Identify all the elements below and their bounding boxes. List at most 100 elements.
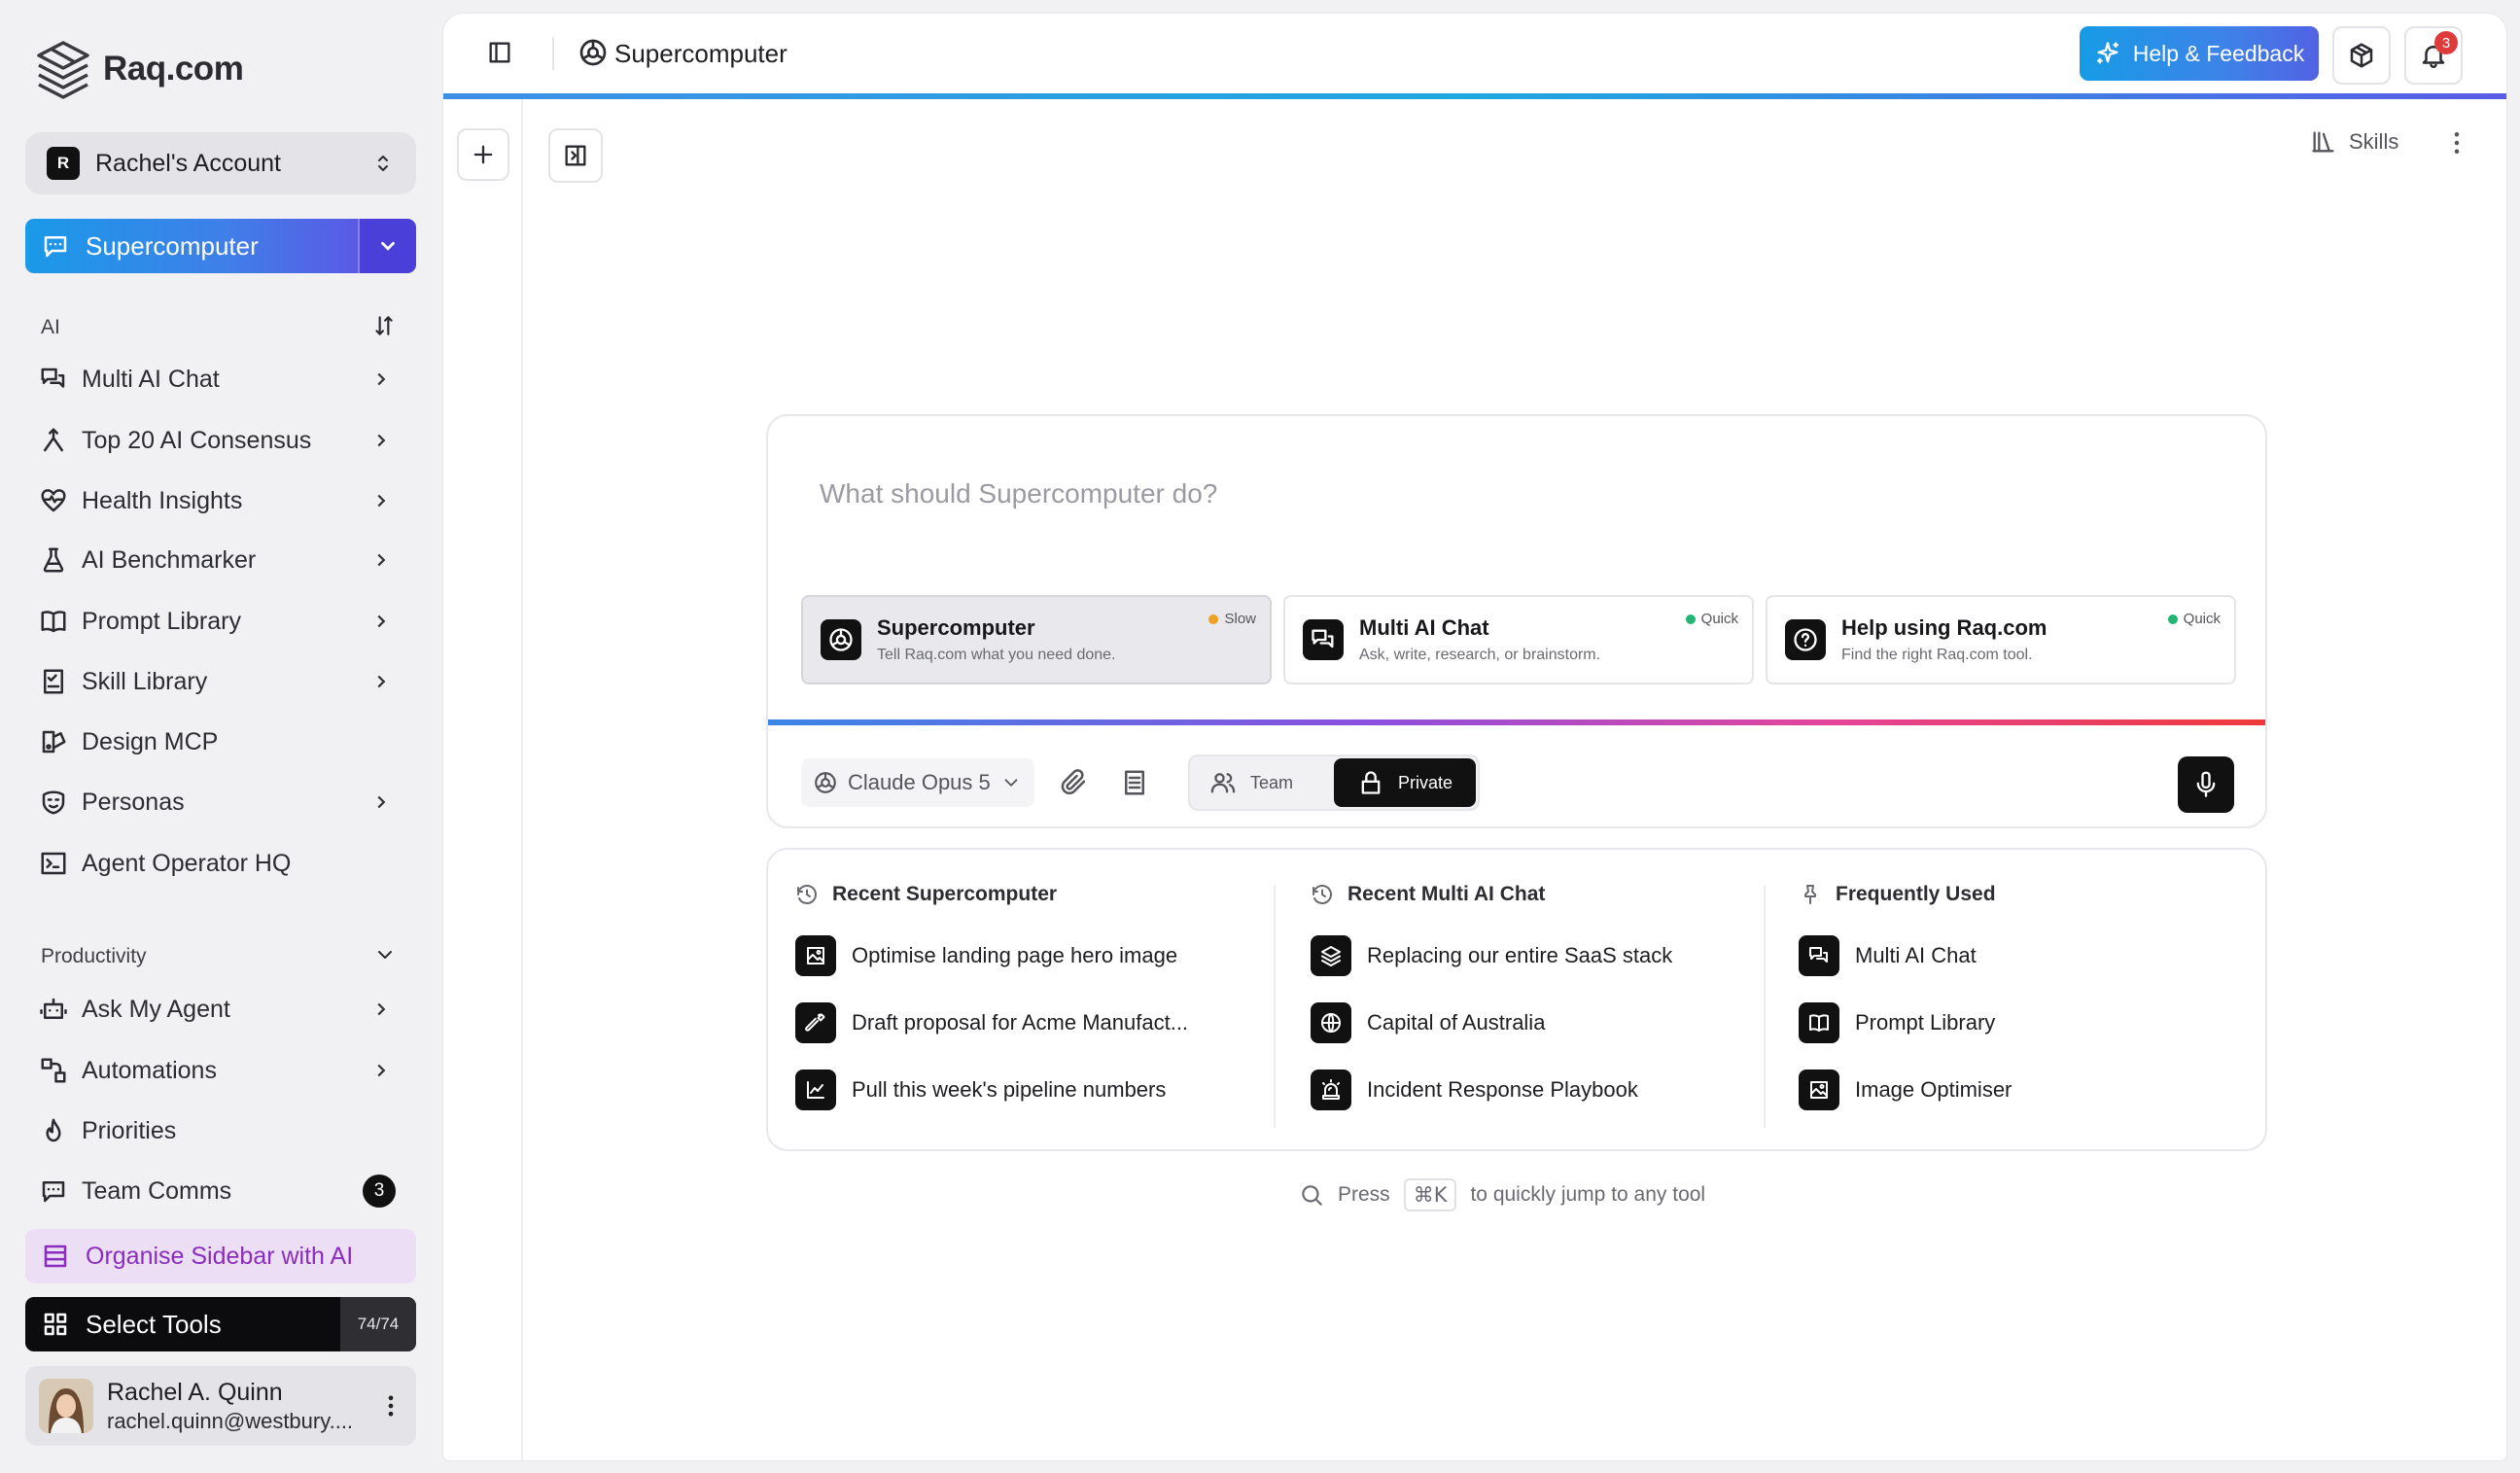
supercomputer-icon: [579, 39, 607, 66]
users-icon: [1210, 773, 1236, 793]
more-vertical-icon[interactable]: [2442, 128, 2471, 158]
sidebar-item-personas[interactable]: Personas: [39, 778, 403, 826]
design-icon: [42, 730, 66, 754]
speed-indicator: Quick: [1685, 611, 1738, 627]
message-square-icon: [44, 236, 67, 258]
bot-icon: [40, 998, 67, 1019]
history-icon: [1312, 885, 1332, 904]
flame-icon: [46, 1118, 61, 1142]
prompt-accent-line: [768, 719, 2265, 725]
list-item[interactable]: Capital of Australia: [1311, 989, 1758, 1056]
search-icon: [1302, 1185, 1322, 1206]
list-item[interactable]: Prompt Library: [1799, 989, 2246, 1056]
list-item[interactable]: Image Optimiser: [1799, 1056, 2246, 1123]
sidebar-item-ask-my-agent[interactable]: Ask My Agent: [39, 985, 403, 1034]
chevron-up-down-icon: [378, 156, 388, 171]
account-switcher[interactable]: R Rachel's Account: [25, 132, 416, 194]
list-item[interactable]: Pull this week's pipeline numbers: [795, 1056, 1252, 1123]
chart-line-icon: [807, 1080, 824, 1099]
user-email: rachel.quinn@westbury....: [107, 1408, 354, 1433]
list-item[interactable]: Draft proposal for Acme Manufact...: [795, 989, 1252, 1056]
persona-icon: [42, 790, 65, 815]
sidebar-item-skill-library[interactable]: Skill Library: [39, 657, 403, 706]
team-label: Team: [1250, 772, 1294, 792]
sidebar-item-health-insights[interactable]: Health Insights: [39, 476, 403, 525]
select-tools-button[interactable]: Select Tools 74/74: [25, 1297, 416, 1351]
private-option[interactable]: Private: [1334, 758, 1476, 807]
sidebar-item-ai-benchmarker[interactable]: AI Benchmarker: [39, 536, 403, 584]
list-item[interactable]: Optimise landing page hero image: [795, 922, 1252, 989]
list-item[interactable]: Multi AI Chat: [1799, 922, 2246, 989]
supercomputer-icon: [815, 772, 836, 793]
chevron-right-icon: [377, 675, 386, 688]
account-initial: R: [47, 147, 80, 180]
sidebar-item-multi-ai-chat[interactable]: Multi AI Chat: [39, 355, 403, 403]
chevron-down-icon[interactable]: [373, 943, 397, 966]
skills-button[interactable]: Skills: [2310, 128, 2398, 156]
prompt-input[interactable]: What should Supercomputer do?: [820, 478, 1217, 509]
private-label: Private: [1397, 772, 1453, 792]
chevron-down-icon: [1004, 779, 1018, 787]
help-feedback-label: Help & Feedback: [2132, 40, 2305, 66]
layers-logo-icon: [37, 41, 89, 99]
chevron-right-icon: [377, 494, 386, 508]
sidebar-item-team-comms[interactable]: Team Comms 3: [39, 1167, 403, 1215]
frequently-used-column: Frequently Used Multi AI Chat Prompt Lib…: [1799, 867, 2246, 1130]
list-layout-icon: [44, 1245, 67, 1268]
package-icon: [2350, 43, 2373, 68]
voice-input-button[interactable]: [2178, 756, 2234, 813]
column-divider: [1764, 885, 1766, 1128]
top-bar-accent-line: [443, 93, 2506, 99]
notifications-button[interactable]: 3: [2404, 26, 2463, 85]
prompt-card: What should Supercomputer do? Supercompu…: [766, 414, 2267, 828]
app-logo[interactable]: Raq.com: [35, 39, 244, 99]
sidebar: Raq.com R Rachel's Account Supercomputer…: [0, 0, 442, 1473]
plus-icon: [473, 145, 493, 164]
new-chat-button[interactable]: [457, 128, 509, 181]
organise-sidebar-button[interactable]: Organise Sidebar with AI: [25, 1229, 416, 1283]
paperclip-icon[interactable]: [1060, 768, 1089, 797]
microphone-icon: [2196, 771, 2216, 797]
select-tools-label: Select Tools: [86, 1309, 222, 1339]
recent-supercomputer-title: Recent Supercomputer: [832, 883, 1058, 905]
sidebar-item-design-mcp[interactable]: Design MCP: [39, 718, 403, 766]
productivity-section-title: Productivity: [41, 945, 147, 967]
more-vertical-icon[interactable]: [377, 1392, 404, 1420]
document-icon[interactable]: [1120, 768, 1149, 797]
team-comms-badge: 3: [363, 1175, 396, 1208]
siren-icon: [1322, 1078, 1340, 1100]
sort-icon[interactable]: [371, 313, 397, 338]
toggle-panel-button[interactable]: [548, 128, 603, 183]
user-profile[interactable]: Rachel A. Quinn rachel.quinn@westbury...…: [25, 1366, 416, 1446]
package-button[interactable]: [2332, 26, 2391, 85]
sidebar-item-agent-operator-hq[interactable]: Agent Operator HQ: [39, 839, 403, 888]
primary-tool-dropdown[interactable]: [358, 219, 416, 273]
toggle-sidebar-icon[interactable]: [486, 39, 513, 66]
speed-indicator: Quick: [2167, 611, 2221, 627]
team-option[interactable]: Team: [1209, 756, 1293, 809]
recent-supercomputer-column: Recent Supercomputer Optimise landing pa…: [795, 867, 1252, 1130]
sidebar-item-prompt-library[interactable]: Prompt Library: [39, 597, 403, 646]
mode-multi-ai-chat[interactable]: Multi AI Chat Ask, write, research, or b…: [1283, 595, 1754, 684]
keyboard-shortcut: ⌘K: [1403, 1178, 1457, 1211]
model-selector[interactable]: Claude Opus 5: [801, 758, 1034, 807]
model-name: Claude Opus 5: [848, 770, 991, 794]
organise-sidebar-label: Organise Sidebar with AI: [86, 1242, 354, 1270]
app-name: Raq.com: [103, 50, 244, 88]
heart-pulse-icon: [41, 489, 66, 512]
sidebar-item-automations[interactable]: Automations: [39, 1046, 403, 1095]
sidebar-item-top-20-ai-consensus[interactable]: Top 20 AI Consensus: [39, 416, 403, 465]
primary-tool-main[interactable]: Supercomputer: [25, 219, 358, 273]
sidebar-item-priorities[interactable]: Priorities: [39, 1106, 403, 1155]
top-bar: Supercomputer Help & Feedback 3: [443, 14, 2506, 93]
mode-supercomputer[interactable]: Supercomputer Tell Raq.com what you need…: [801, 595, 1272, 684]
mode-help-using-raq[interactable]: Help using Raq.com Find the right Raq.co…: [1766, 595, 2236, 684]
frequently-used-title: Frequently Used: [1836, 883, 1996, 905]
help-feedback-button[interactable]: Help & Feedback: [2080, 26, 2319, 81]
list-item[interactable]: Incident Response Playbook: [1311, 1056, 1758, 1123]
wrench-icon: [805, 1013, 825, 1032]
list-item[interactable]: Replacing our entire SaaS stack: [1311, 922, 1758, 989]
workflow-icon: [41, 1058, 66, 1083]
column-divider: [1274, 885, 1276, 1128]
ai-section-title: AI: [41, 316, 60, 338]
